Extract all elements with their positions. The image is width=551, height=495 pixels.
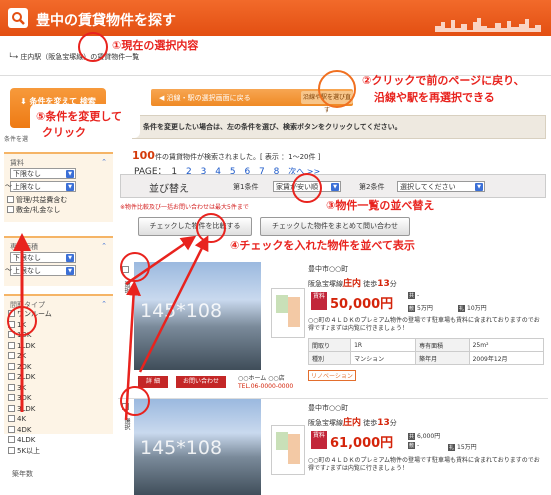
annotation-arrows bbox=[13, 233, 209, 421]
annotation-arrow bbox=[125, 235, 197, 286]
annotation-arrow bbox=[124, 280, 142, 421]
annotation-arrow bbox=[138, 235, 209, 373]
